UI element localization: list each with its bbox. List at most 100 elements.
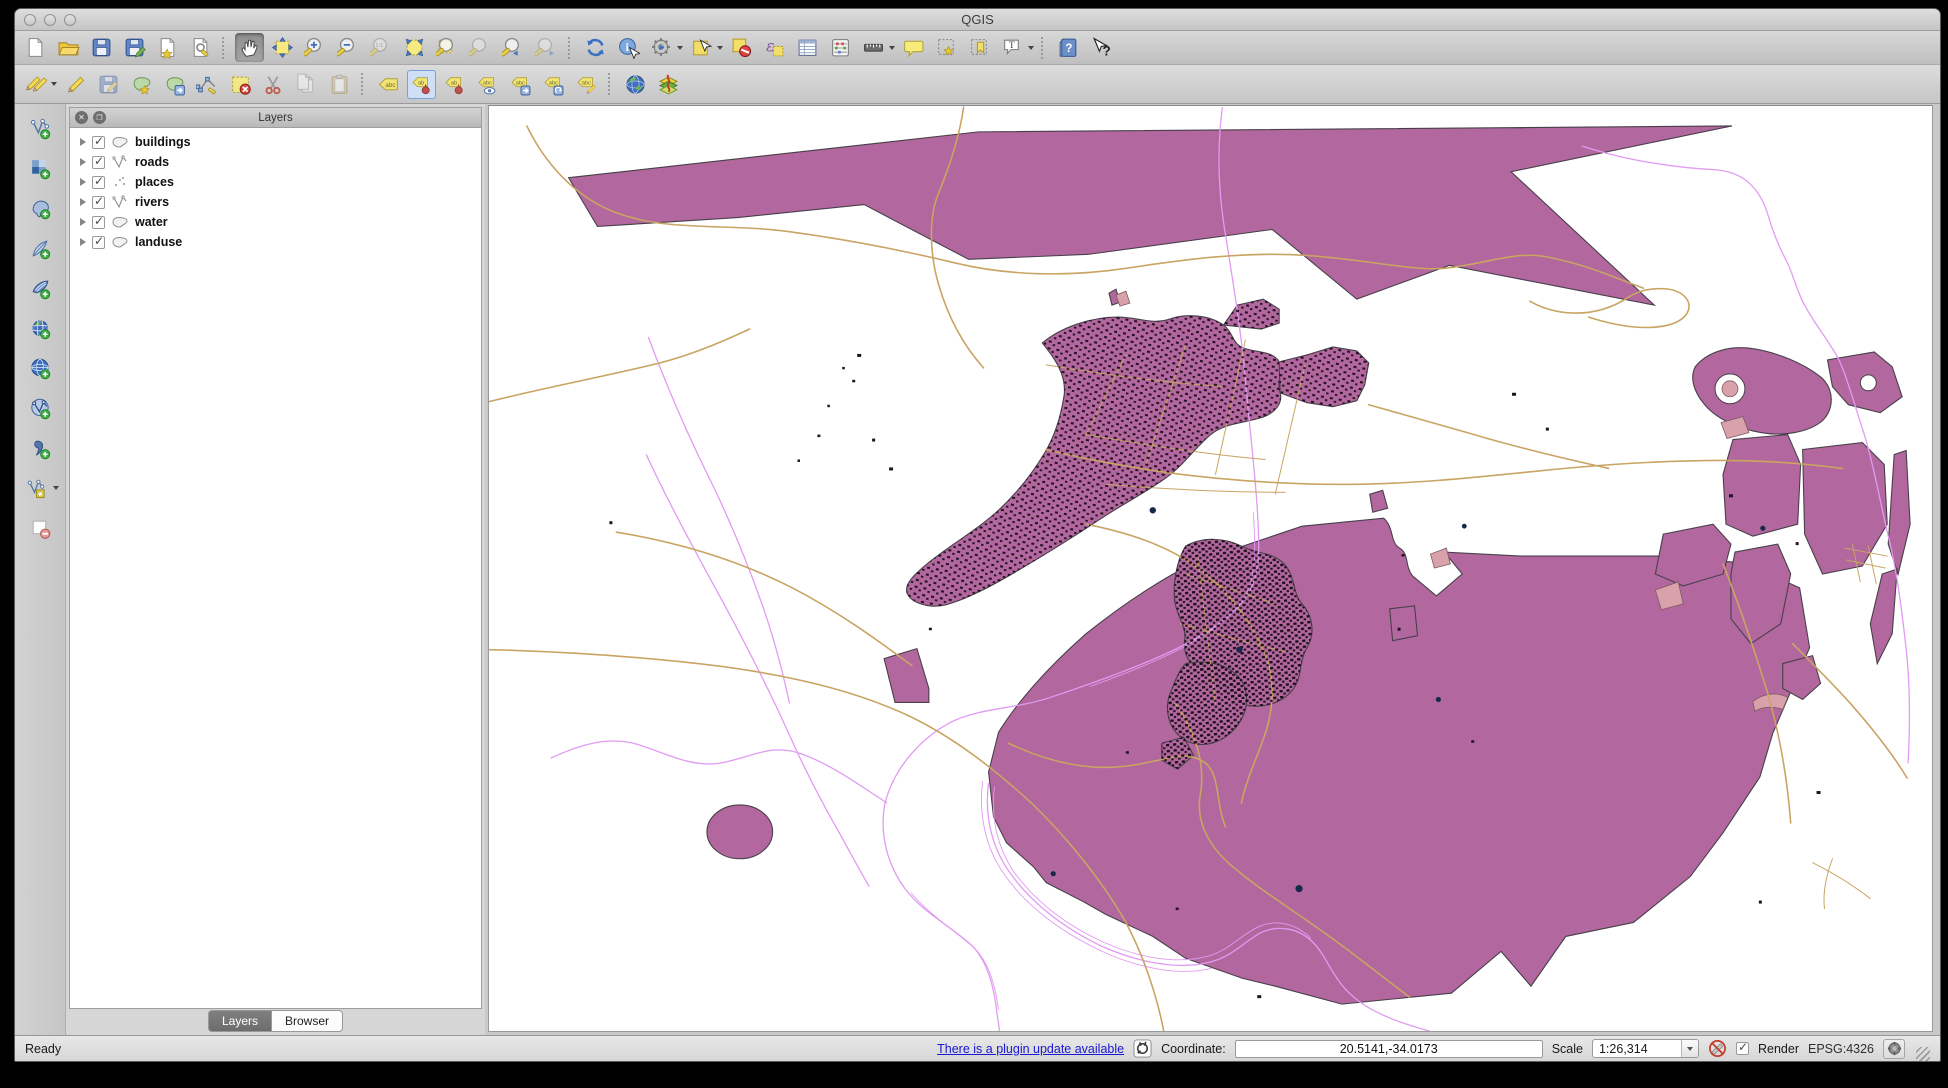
- panel-close-icon[interactable]: [75, 111, 88, 124]
- rotate-label-button[interactable]: abc: [539, 70, 568, 99]
- help-contents-button[interactable]: ?: [1054, 33, 1083, 62]
- unpin-labels-button[interactable]: ab: [440, 70, 469, 99]
- panel-float-icon[interactable]: [93, 111, 106, 124]
- stop-rendering-icon[interactable]: [1708, 1039, 1727, 1058]
- unpin-labels-icon: ab: [443, 73, 466, 96]
- tab-layers[interactable]: Layers: [208, 1010, 271, 1032]
- paste-features-button[interactable]: [325, 70, 354, 99]
- layer-checkbox[interactable]: [92, 136, 105, 149]
- composer-manager-button[interactable]: [186, 33, 215, 62]
- zoom-next-button[interactable]: [532, 33, 561, 62]
- title-bar[interactable]: QGIS: [15, 9, 1940, 31]
- add-wcs-layer-button[interactable]: [25, 354, 55, 382]
- show-bookmarks-icon: [968, 36, 991, 59]
- node-tool-button[interactable]: [193, 70, 222, 99]
- layer-checkbox[interactable]: [92, 236, 105, 249]
- layer-row-water[interactable]: water: [70, 212, 481, 232]
- resize-grip[interactable]: [1916, 1047, 1930, 1061]
- field-calculator-button[interactable]: [826, 33, 855, 62]
- run-feature-action-button[interactable]: [647, 33, 683, 62]
- scale-dropdown-icon[interactable]: [1681, 1040, 1698, 1057]
- layer-row-places[interactable]: places: [70, 172, 481, 192]
- open-project-button[interactable]: [54, 33, 83, 62]
- measure-line-button[interactable]: [859, 33, 895, 62]
- layer-row-rivers[interactable]: rivers: [70, 192, 481, 212]
- add-vector-layer-button[interactable]: [25, 114, 55, 142]
- add-vector-layer-icon: [29, 117, 52, 140]
- pan-to-selection-button[interactable]: [268, 33, 297, 62]
- pin-labels-button[interactable]: ab: [407, 70, 436, 99]
- crs-status-button[interactable]: [1883, 1039, 1905, 1059]
- save-project-button[interactable]: [87, 33, 116, 62]
- add-wms-layer-button[interactable]: [25, 314, 55, 342]
- plugin-layers-button[interactable]: [654, 70, 683, 99]
- render-checkbox[interactable]: [1736, 1042, 1749, 1055]
- new-print-composer-button[interactable]: [153, 33, 182, 62]
- zoom-out-icon: [337, 36, 360, 59]
- open-attribute-table-button[interactable]: [793, 33, 822, 62]
- add-spatialite-layer-button[interactable]: [25, 234, 55, 262]
- layer-checkbox[interactable]: [92, 156, 105, 169]
- expand-arrow-icon[interactable]: [80, 218, 86, 226]
- move-feature-button[interactable]: [160, 70, 189, 99]
- zoom-to-layer-button[interactable]: [466, 33, 495, 62]
- layer-row-roads[interactable]: roads: [70, 152, 481, 172]
- save-project-as-button[interactable]: [120, 33, 149, 62]
- move-label-button[interactable]: abc: [506, 70, 535, 99]
- select-by-expression-button[interactable]: ε: [760, 33, 789, 62]
- zoom-last-button[interactable]: [499, 33, 528, 62]
- zoom-actual-size-button[interactable]: 1:1: [367, 33, 396, 62]
- layer-checkbox[interactable]: [92, 216, 105, 229]
- identify-features-button[interactable]: i: [614, 33, 643, 62]
- save-layer-edits-button[interactable]: [94, 70, 123, 99]
- whats-this-button[interactable]: ?: [1087, 33, 1116, 62]
- new-project-button[interactable]: [21, 33, 50, 62]
- add-feature-button[interactable]: [127, 70, 156, 99]
- copy-features-button[interactable]: [292, 70, 321, 99]
- text-annotation-button[interactable]: T: [998, 33, 1034, 62]
- expand-arrow-icon[interactable]: [80, 178, 86, 186]
- map-tips-button[interactable]: [899, 33, 928, 62]
- delete-selected-button[interactable]: [226, 70, 255, 99]
- zoom-in-button[interactable]: [301, 33, 330, 62]
- zoom-full-extent-button[interactable]: [400, 33, 429, 62]
- new-bookmark-button[interactable]: [932, 33, 961, 62]
- add-mssql-layer-button[interactable]: [25, 274, 55, 302]
- layer-row-landuse[interactable]: landuse: [70, 232, 481, 252]
- dropdown-arrow-icon: [1028, 46, 1034, 50]
- scale-combobox[interactable]: 1:26,314: [1592, 1039, 1699, 1058]
- map-canvas[interactable]: [488, 105, 1933, 1032]
- change-label-button[interactable]: abc: [572, 70, 601, 99]
- layers-panel-header[interactable]: Layers: [69, 107, 482, 127]
- deselect-features-button[interactable]: [727, 33, 756, 62]
- expand-arrow-icon[interactable]: [80, 158, 86, 166]
- expand-arrow-icon[interactable]: [80, 198, 86, 206]
- show-bookmarks-button[interactable]: [965, 33, 994, 62]
- refresh-map-button[interactable]: [581, 33, 610, 62]
- add-wfs-layer-button[interactable]: [25, 394, 55, 422]
- select-features-button[interactable]: [687, 33, 723, 62]
- layer-labeling-options-button[interactable]: abc: [374, 70, 403, 99]
- pan-map-button[interactable]: [235, 33, 264, 62]
- add-postgis-layer-button[interactable]: [25, 194, 55, 222]
- new-shapefile-layer-button[interactable]: [22, 474, 59, 502]
- tab-browser[interactable]: Browser: [271, 1010, 343, 1032]
- add-delimited-text-layer-button[interactable]: [25, 434, 55, 462]
- plugin-update-link[interactable]: There is a plugin update available: [937, 1042, 1124, 1056]
- coordinate-input[interactable]: [1235, 1040, 1543, 1058]
- zoom-to-selection-button[interactable]: [433, 33, 462, 62]
- expand-arrow-icon[interactable]: [80, 138, 86, 146]
- web-globe-button[interactable]: [621, 70, 650, 99]
- show-hide-labels-button[interactable]: abc: [473, 70, 502, 99]
- plugin-icon[interactable]: [1133, 1039, 1152, 1058]
- current-edits-button[interactable]: [21, 70, 57, 99]
- zoom-out-button[interactable]: [334, 33, 363, 62]
- add-raster-layer-button[interactable]: [25, 154, 55, 182]
- toggle-editing-button[interactable]: [61, 70, 90, 99]
- layer-checkbox[interactable]: [92, 176, 105, 189]
- expand-arrow-icon[interactable]: [80, 238, 86, 246]
- cut-features-button[interactable]: [259, 70, 288, 99]
- remove-layer-button[interactable]: [25, 514, 55, 542]
- layer-row-buildings[interactable]: buildings: [70, 132, 481, 152]
- layer-checkbox[interactable]: [92, 196, 105, 209]
